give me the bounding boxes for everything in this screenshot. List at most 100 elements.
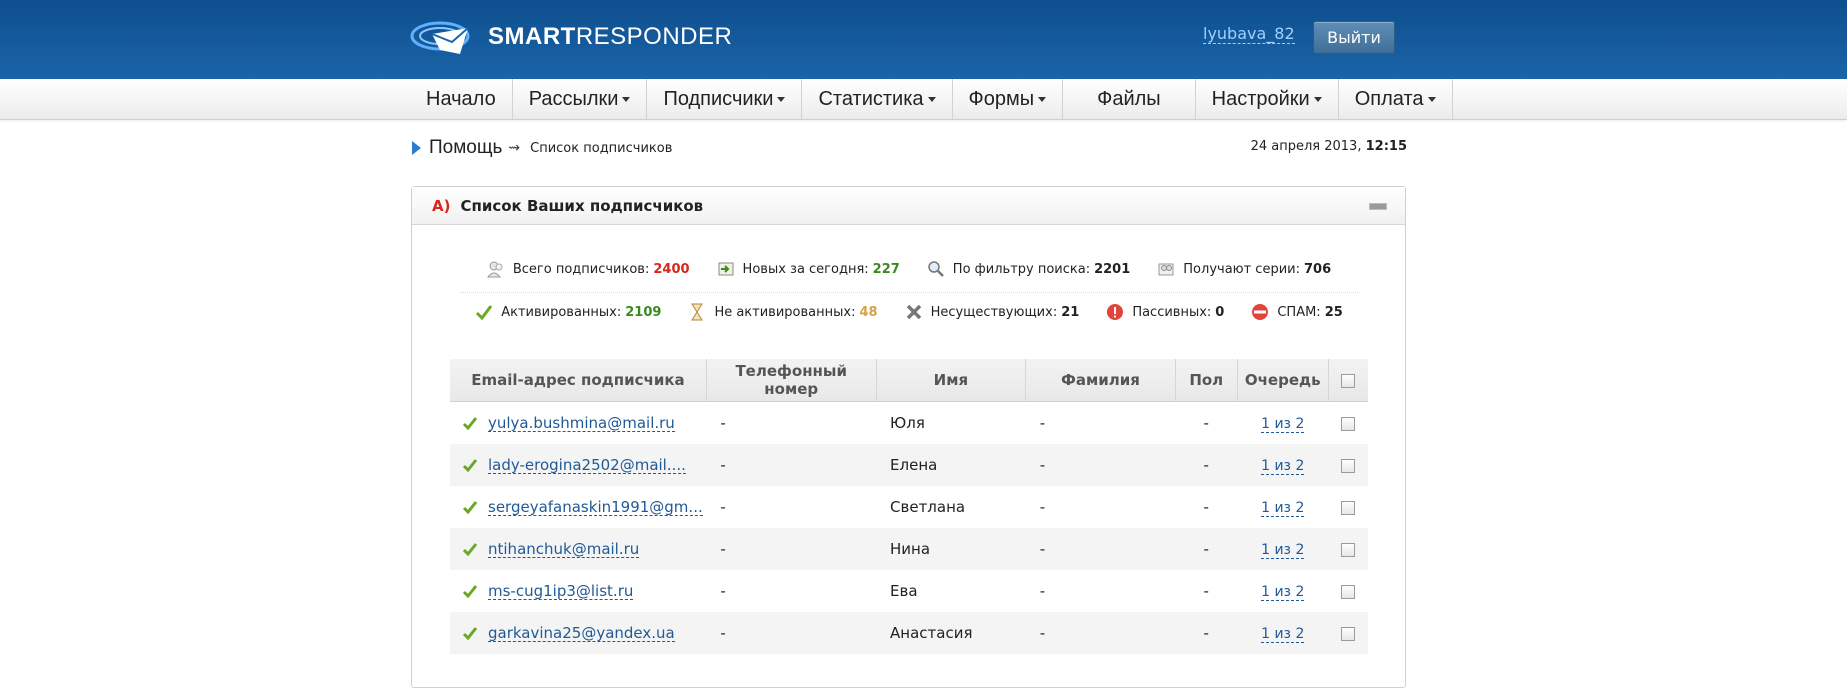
nav-item-files[interactable]: Файлы: [1063, 79, 1196, 119]
chevron-down-icon: [777, 96, 786, 102]
chevron-down-icon: [622, 96, 631, 102]
table-row: garkavina25@yandex.ua - Анастасия - - 1 …: [450, 612, 1368, 654]
stat-filter: По фильтру поиска: 2201: [926, 259, 1130, 279]
hourglass-icon: [687, 302, 707, 322]
breadcrumb: Помощь ⇝ Список подписчиков: [412, 137, 673, 159]
stat-active: Активированных: 2109: [474, 302, 661, 322]
row-checkbox[interactable]: [1341, 542, 1356, 557]
nav-item-mailings[interactable]: Рассылки: [513, 79, 648, 119]
main-nav: Начало Рассылки Подписчики Статистика Фо…: [410, 79, 1453, 119]
column-header-name[interactable]: Имя: [876, 359, 1027, 402]
logo-text: SMARTRESPONDER: [488, 23, 733, 50]
column-header-email[interactable]: Email-адрес подписчика: [450, 359, 707, 402]
breadcrumb-current: Список подписчиков: [530, 140, 673, 156]
panel-letter: A): [432, 196, 451, 215]
current-datetime: 24 апреля 2013, 12:15: [1250, 139, 1407, 154]
select-all-column: [1328, 359, 1368, 402]
column-header-phone[interactable]: Телефонный номер: [706, 359, 877, 402]
phone-cell: -: [706, 444, 877, 486]
subscriber-email-link[interactable]: garkavina25@yandex.ua: [488, 625, 675, 642]
table-row: lady-erogina2502@mail.... - Елена - - 1 …: [450, 444, 1368, 486]
check-icon: [462, 415, 478, 431]
queue-link[interactable]: 1 из 2: [1261, 542, 1305, 559]
close-icon: [904, 302, 924, 322]
panel-title: Список Ваших подписчиков: [460, 196, 704, 215]
gender-cell: -: [1175, 444, 1238, 486]
collapse-icon[interactable]: [1369, 203, 1387, 210]
phone-cell: -: [706, 612, 877, 654]
table-header-row: Email-адрес подписчика Телефонный номер …: [450, 359, 1368, 402]
name-cell: Ева: [890, 582, 918, 600]
queue-link[interactable]: 1 из 2: [1261, 584, 1305, 601]
nav-item-settings[interactable]: Настройки: [1196, 79, 1339, 119]
phone-cell: -: [720, 414, 726, 432]
logout-button[interactable]: Выйти: [1313, 21, 1395, 54]
row-checkbox[interactable]: [1341, 458, 1356, 473]
arrow-right-icon: ⇝: [508, 140, 521, 156]
users-icon: [486, 259, 506, 279]
gender-cell: -: [1175, 528, 1238, 570]
check-icon: [462, 583, 478, 599]
column-header-queue[interactable]: Очередь: [1237, 359, 1329, 402]
check-icon: [462, 541, 478, 557]
phone-cell: -: [720, 582, 726, 600]
subscriber-email-link[interactable]: lady-erogina2502@mail....: [488, 457, 686, 474]
check-icon: [474, 302, 494, 322]
nav-item-forms[interactable]: Формы: [953, 79, 1064, 119]
chevron-down-icon: [1427, 96, 1436, 102]
logo-icon: [410, 21, 470, 54]
name-cell: Юля: [890, 414, 925, 432]
name-cell: Нина: [876, 528, 1026, 570]
panel-header: A) Список Ваших подписчиков: [412, 187, 1405, 225]
queue-link[interactable]: 1 из 2: [1261, 500, 1305, 517]
play-triangle-icon: [412, 141, 421, 155]
subscriber-email-link[interactable]: ntihanchuk@mail.ru: [488, 541, 640, 558]
nav-item-statistics[interactable]: Статистика: [802, 79, 953, 119]
subscribers-table: Email-адрес подписчика Телефонный номер …: [450, 359, 1368, 654]
table-row: yulya.bushmina@mail.ru - Юля - - 1 из 2: [450, 402, 1368, 445]
column-header-gender[interactable]: Пол: [1175, 359, 1238, 402]
stat-spam: СПАМ: 25: [1250, 302, 1343, 322]
queue-link[interactable]: 1 из 2: [1261, 626, 1305, 643]
select-all-checkbox[interactable]: [1341, 373, 1356, 388]
row-checkbox[interactable]: [1341, 626, 1356, 641]
help-link[interactable]: Помощь: [429, 137, 502, 159]
check-icon: [462, 457, 478, 473]
surname-cell: -: [1025, 612, 1176, 654]
add-user-icon: [716, 259, 736, 279]
queue-link[interactable]: 1 из 2: [1261, 416, 1305, 433]
surname-cell: -: [1039, 414, 1046, 432]
nav-item-home[interactable]: Начало: [410, 79, 513, 119]
row-checkbox[interactable]: [1341, 584, 1356, 599]
name-cell: Анастасия: [876, 612, 1026, 654]
queue-link[interactable]: 1 из 2: [1261, 458, 1305, 475]
phone-cell: -: [706, 528, 877, 570]
gender-cell: -: [1175, 612, 1238, 654]
stat-series: Получают серии: 706: [1156, 259, 1331, 279]
search-icon: [926, 259, 946, 279]
chevron-down-icon: [1313, 96, 1322, 102]
users-group-icon: [1156, 259, 1176, 279]
table-row: sergeyafanaskin1991@gm... - Светлана - -…: [450, 486, 1368, 528]
surname-cell: -: [1025, 444, 1176, 486]
row-checkbox[interactable]: [1341, 416, 1356, 431]
subscriber-email-link[interactable]: yulya.bushmina@mail.ru: [488, 415, 675, 432]
main-navbar: Начало Рассылки Подписчики Статистика Фо…: [0, 79, 1847, 120]
gender-cell: -: [1203, 498, 1209, 516]
column-header-surname[interactable]: Фамилия: [1025, 359, 1176, 402]
subscriber-email-link[interactable]: sergeyafanaskin1991@gm...: [488, 499, 703, 516]
top-header: SMARTRESPONDER lyubava_82 Выйти: [0, 0, 1847, 79]
check-icon: [462, 499, 478, 515]
chevron-down-icon: [1038, 96, 1047, 102]
stat-new-today: Новых за сегодня: 227: [716, 259, 900, 279]
subscriber-email-link[interactable]: ms-cug1ip3@list.ru: [488, 583, 634, 600]
nav-item-payment[interactable]: Оплата: [1339, 79, 1453, 119]
logo[interactable]: SMARTRESPONDER: [410, 14, 732, 60]
stats-row-2: Активированных: 2109 Не активированных: 48…: [412, 302, 1405, 322]
stat-passive: Пассивных: 0: [1105, 302, 1224, 322]
row-checkbox[interactable]: [1341, 500, 1356, 515]
username-link[interactable]: lyubava_82: [1203, 25, 1295, 44]
nav-item-subscribers[interactable]: Подписчики: [647, 79, 803, 119]
stat-total: Всего подписчиков: 2400: [486, 259, 690, 279]
subscribers-panel: A) Список Ваших подписчиков Всего подпис…: [411, 186, 1406, 688]
